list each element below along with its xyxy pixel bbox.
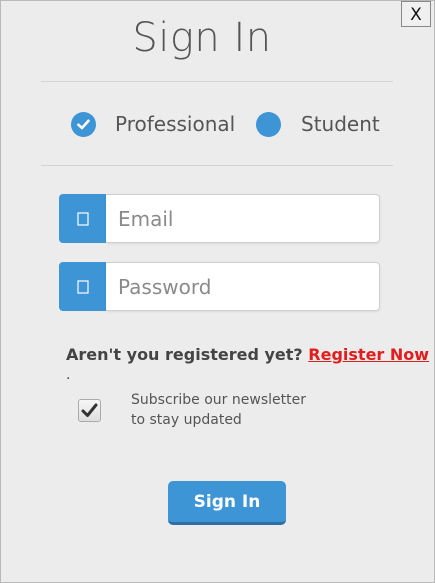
newsletter-line-1: Subscribe our newsletter [131,392,306,408]
radio-student[interactable]: Student [256,110,380,138]
radio-professional[interactable]: Professional [71,110,235,138]
sign-in-dialog: X Sign In Professional Student Email Are… [0,0,435,583]
top-divider [41,81,393,82]
trailing-dot: . [66,367,71,383]
page-title: Sign In [132,15,272,61]
sign-in-button[interactable]: Sign In [168,481,286,525]
register-now-link[interactable]: Register Now [308,345,429,364]
newsletter-line-2: to stay updated [131,412,242,428]
checkmark-icon [77,119,90,129]
register-prompt-text: Aren't you registered yet? [66,345,303,364]
radio-unchecked-icon [256,111,281,137]
checkmark-icon [81,403,98,417]
radio-student-label: Student [301,112,380,136]
email-input[interactable] [106,194,380,243]
email-field-group [59,194,380,243]
radio-checked-icon [71,111,96,137]
close-button[interactable]: X [401,1,431,27]
lock-icon [59,262,106,311]
mail-icon [59,194,106,243]
register-prompt: Aren't you registered yet? Register Now [66,345,429,364]
newsletter-checkbox[interactable] [78,399,101,422]
radio-professional-label: Professional [115,112,236,136]
password-field-group [59,262,380,311]
newsletter-label: Subscribe our newsletter to stay updated [131,390,331,430]
middle-divider [41,165,393,166]
password-input[interactable] [106,262,380,311]
